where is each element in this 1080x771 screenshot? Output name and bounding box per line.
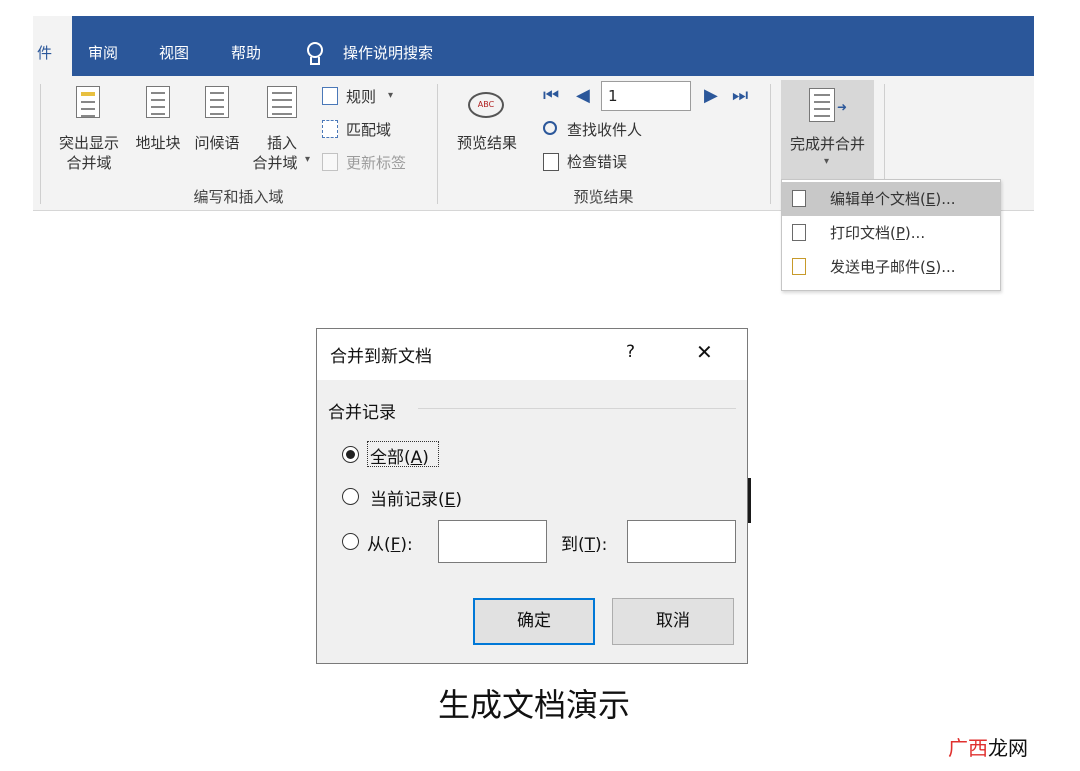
lightbulb-icon <box>307 42 323 58</box>
next-record-icon[interactable]: ▶ <box>704 86 718 106</box>
abc-preview-icon: ABC <box>468 92 504 118</box>
greeting-line-button[interactable]: 问候语 <box>189 86 245 158</box>
update-labels-icon <box>322 153 338 171</box>
highlight-merge-fields-button[interactable]: 突出显示 合并域 <box>52 86 126 178</box>
access-key: P <box>895 224 905 242</box>
edit-documents-icon <box>792 190 806 207</box>
button-label: 插入 <box>266 134 297 152</box>
button-label: 更新标签 <box>346 154 407 172</box>
button-label: 问候语 <box>194 134 240 152</box>
dropdown-arrow-icon: ▾ <box>305 154 311 165</box>
access-key: S <box>925 258 936 276</box>
lightbulb-base <box>310 57 320 65</box>
access-key: E <box>444 490 456 510</box>
access-key: A <box>410 448 423 468</box>
watermark-part-2: 龙网 <box>988 736 1028 760</box>
dialog-title: 合并到新文档 <box>330 347 432 367</box>
button-label: 规则 <box>346 88 377 106</box>
merge-records-group-label: 合并记录 <box>328 403 396 423</box>
button-label: 完成并合并 <box>789 135 865 153</box>
document-icon <box>205 86 229 118</box>
previous-record-icon[interactable]: ◀ <box>576 86 590 106</box>
first-record-icon[interactable]: ⏮ <box>543 86 559 106</box>
menu-item-label: 发送电子邮件 <box>830 258 921 276</box>
check-errors-button[interactable]: 检查错误 <box>541 150 651 174</box>
find-recipient-button[interactable]: 查找收件人 <box>541 118 671 142</box>
tell-me-search[interactable]: 操作说明搜索 <box>343 16 433 76</box>
ellipsis: ... <box>941 190 956 208</box>
button-label: 合并域 <box>252 154 298 172</box>
rules-button[interactable]: 规则 ▾ <box>322 84 402 108</box>
radio-from[interactable]: 从(F): <box>341 530 431 555</box>
last-record-icon[interactable]: ⏭ <box>732 86 748 106</box>
cancel-button[interactable]: 取消 <box>612 598 734 645</box>
tab-review[interactable]: 审阅 <box>88 16 118 76</box>
caption: 生成文档演示 <box>437 686 630 724</box>
to-label: 到 <box>561 535 578 555</box>
address-block-button[interactable]: 地址块 <box>130 86 186 158</box>
button-label: 预览结果 <box>456 134 517 152</box>
search-icon <box>543 121 557 135</box>
ribbon-separator <box>770 84 771 204</box>
document-icon <box>76 86 100 118</box>
dropdown-arrow-icon: ▾ <box>824 156 830 167</box>
insert-merge-field-button[interactable]: 插入 合并域 ▾ <box>247 86 317 178</box>
from-input[interactable] <box>438 520 547 563</box>
access-key: F <box>390 535 401 555</box>
match-fields-icon <box>322 120 338 138</box>
menu-item-print-documents[interactable]: 打印文档(P)... <box>782 216 1000 250</box>
ellipsis: ... <box>941 258 956 276</box>
document-icon <box>146 86 170 118</box>
dropdown-arrow-icon: ▾ <box>388 90 394 101</box>
watermark-part-1: 广西 <box>948 736 988 760</box>
email-icon <box>792 258 806 275</box>
group-label-write-insert: 编写和插入域 <box>193 188 284 206</box>
check-errors-icon <box>543 153 559 171</box>
radio-indicator <box>342 446 359 463</box>
printer-icon <box>792 224 806 241</box>
menu-item-label: 打印文档 <box>830 224 891 242</box>
radio-current-record[interactable]: 当前记录(E) <box>341 485 481 510</box>
radio-label: 全部 <box>370 448 404 468</box>
menu-item-edit-documents[interactable]: 编辑单个文档(E)... <box>782 182 1000 216</box>
radio-label: 从 <box>367 535 384 555</box>
record-number-input[interactable]: 1 <box>601 81 691 111</box>
arrow-right-icon: ➜ <box>837 100 848 114</box>
button-label: 查找收件人 <box>567 121 643 139</box>
finish-merge-button[interactable]: ➜ 完成并合并 ▾ <box>781 80 874 184</box>
access-key: T <box>584 535 596 555</box>
button-label: 匹配域 <box>346 121 392 139</box>
match-fields-button[interactable]: 匹配域 <box>322 117 412 141</box>
radio-all[interactable]: 全部(A) <box>341 441 441 468</box>
group-label-preview: 预览结果 <box>573 188 634 206</box>
group-divider <box>418 408 736 409</box>
finish-merge-menu: 编辑单个文档(E)... 打印文档(P)... 发送电子邮件(S)... <box>781 179 1001 291</box>
radio-indicator <box>342 488 359 505</box>
menu-item-send-email[interactable]: 发送电子邮件(S)... <box>782 250 1000 284</box>
menu-item-label: 编辑单个文档 <box>830 190 921 208</box>
watermark: 广西龙网 <box>948 732 1028 761</box>
preview-results-button[interactable]: ABC 预览结果 <box>450 90 524 160</box>
rules-icon <box>322 87 338 105</box>
button-label: 合并域 <box>66 154 112 172</box>
help-button[interactable]: ? <box>626 342 635 362</box>
tab-file[interactable]: 件 <box>33 16 72 76</box>
finish-merge-icon <box>809 88 835 122</box>
button-label: 突出显示 <box>58 134 119 152</box>
update-labels-button[interactable]: 更新标签 <box>322 150 422 174</box>
table-document-icon <box>267 86 297 118</box>
close-button[interactable]: ✕ <box>696 340 713 364</box>
button-label: 地址块 <box>135 134 181 152</box>
access-key: E <box>925 190 936 208</box>
radio-indicator <box>342 533 359 550</box>
radio-label: 当前记录 <box>370 490 438 510</box>
tab-help[interactable]: 帮助 <box>231 16 261 76</box>
ok-button[interactable]: 确定 <box>473 598 595 645</box>
ellipsis: ... <box>910 224 926 242</box>
to-input[interactable] <box>627 520 736 563</box>
tab-view[interactable]: 视图 <box>159 16 189 76</box>
button-label: 检查错误 <box>567 153 628 171</box>
